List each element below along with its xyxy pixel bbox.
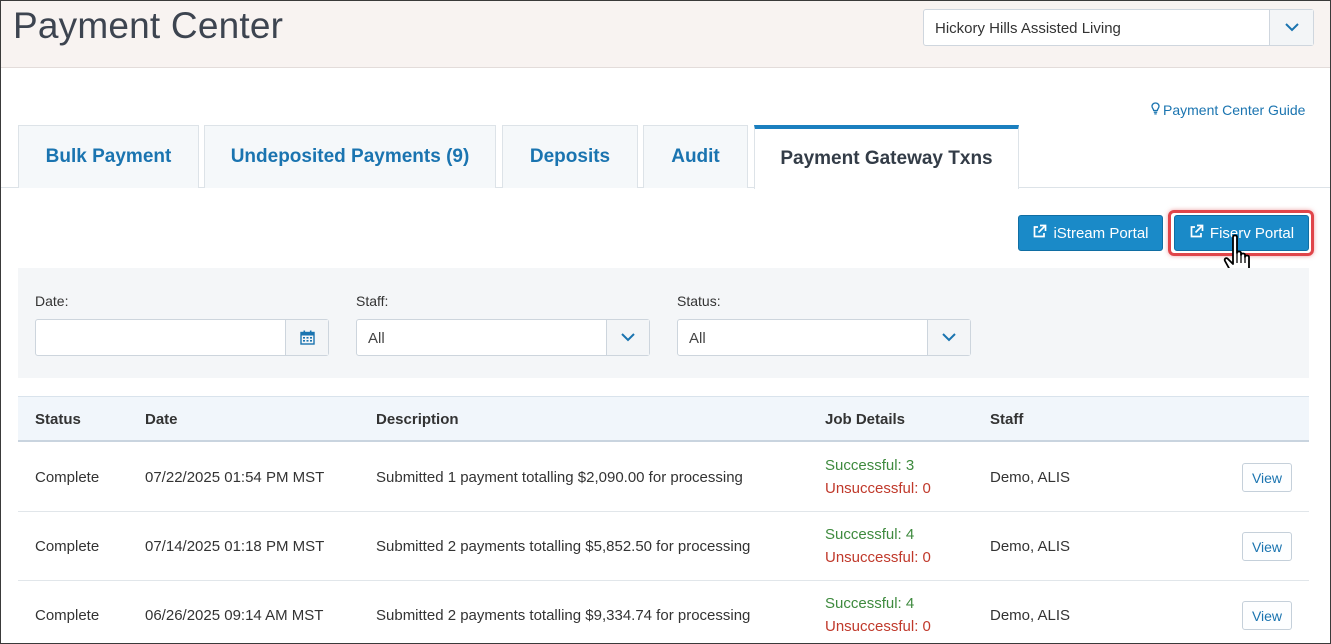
chevron-down-icon[interactable]	[606, 320, 649, 355]
row-status: Complete	[35, 469, 100, 486]
row-status: Complete	[35, 538, 100, 555]
chevron-down-icon[interactable]	[1269, 10, 1313, 45]
external-link-icon	[1032, 224, 1047, 243]
tab-label: Payment Gateway Txns	[780, 148, 993, 169]
staff-select-value: All	[368, 330, 385, 347]
row-staff: Demo, ALIS	[990, 607, 1071, 624]
column-header-job-details[interactable]: Job Details	[825, 411, 905, 428]
facility-select-value: Hickory Hills Assisted Living	[935, 20, 1121, 37]
row-unsuccessful: Unsuccessful: 0	[825, 549, 931, 566]
tab-label: Audit	[671, 146, 720, 167]
payment-center-guide-link[interactable]: Payment Center Guide	[1151, 102, 1305, 118]
tab-deposits[interactable]: Deposits	[502, 125, 638, 188]
row-description: Submitted 2 payments totalling $5,852.50…	[376, 538, 751, 555]
staff-select[interactable]: All	[356, 319, 650, 356]
row-unsuccessful: Unsuccessful: 0	[825, 480, 931, 497]
facility-select[interactable]: Hickory Hills Assisted Living	[923, 9, 1314, 46]
row-date: 07/14/2025 01:18 PM MST	[145, 538, 325, 555]
istream-portal-button[interactable]: iStream Portal	[1018, 215, 1163, 251]
row-staff: Demo, ALIS	[990, 538, 1071, 555]
tab-bulk-payment[interactable]: Bulk Payment	[18, 125, 199, 188]
column-header-description[interactable]: Description	[376, 411, 459, 428]
row-description: Submitted 1 payment totalling $2,090.00 …	[376, 469, 743, 486]
filter-panel: Date: Staff: All Status: All	[18, 268, 1309, 378]
row-staff: Demo, ALIS	[990, 469, 1071, 486]
view-button[interactable]: View	[1242, 463, 1292, 492]
row-successful: Successful: 4	[825, 526, 915, 543]
row-date: 06/26/2025 09:14 AM MST	[145, 607, 324, 624]
tab-label: Undeposited Payments (9)	[230, 146, 470, 167]
tab-payment-gateway-txns[interactable]: Payment Gateway Txns	[754, 125, 1019, 189]
row-unsuccessful: Unsuccessful: 0	[825, 618, 931, 635]
date-label: Date:	[35, 293, 69, 309]
page-title: Payment Center	[13, 5, 284, 46]
row-status: Complete	[35, 607, 100, 624]
status-label: Status:	[677, 293, 721, 309]
external-link-icon	[1189, 224, 1204, 243]
tab-label: Bulk Payment	[45, 146, 172, 167]
chevron-down-icon[interactable]	[927, 320, 970, 355]
app-frame: Payment Center Hickory Hills Assisted Li…	[0, 0, 1331, 644]
table-row: Complete 07/14/2025 01:18 PM MST Submitt…	[18, 512, 1309, 581]
table-header: Status Date Description Job Details Staf…	[18, 396, 1309, 442]
column-header-staff[interactable]: Staff	[990, 411, 1023, 428]
istream-portal-label: iStream Portal	[1053, 224, 1149, 242]
tab-label: Deposits	[529, 146, 611, 167]
column-header-date[interactable]: Date	[145, 411, 178, 428]
staff-label: Staff:	[356, 293, 389, 309]
row-successful: Successful: 3	[825, 457, 915, 474]
view-button[interactable]: View	[1242, 601, 1292, 630]
guide-link-label: Payment Center Guide	[1163, 102, 1306, 118]
lightbulb-icon	[1151, 102, 1160, 118]
tab-undeposited-payments[interactable]: Undeposited Payments (9)	[204, 125, 496, 188]
table-row: Complete 07/22/2025 01:54 PM MST Submitt…	[18, 443, 1309, 512]
tab-audit[interactable]: Audit	[643, 125, 748, 188]
row-successful: Successful: 4	[825, 595, 915, 612]
row-description: Submitted 2 payments totalling $9,334.74…	[376, 607, 751, 624]
column-header-status[interactable]: Status	[35, 411, 81, 428]
view-button[interactable]: View	[1242, 532, 1292, 561]
status-select-value: All	[689, 330, 706, 347]
status-select[interactable]: All	[677, 319, 971, 356]
header-bar: Payment Center Hickory Hills Assisted Li…	[1, 1, 1330, 68]
table-row: Complete 06/26/2025 09:14 AM MST Submitt…	[18, 581, 1309, 643]
date-field[interactable]	[35, 319, 329, 356]
row-date: 07/22/2025 01:54 PM MST	[145, 469, 325, 486]
calendar-icon[interactable]	[285, 320, 328, 355]
